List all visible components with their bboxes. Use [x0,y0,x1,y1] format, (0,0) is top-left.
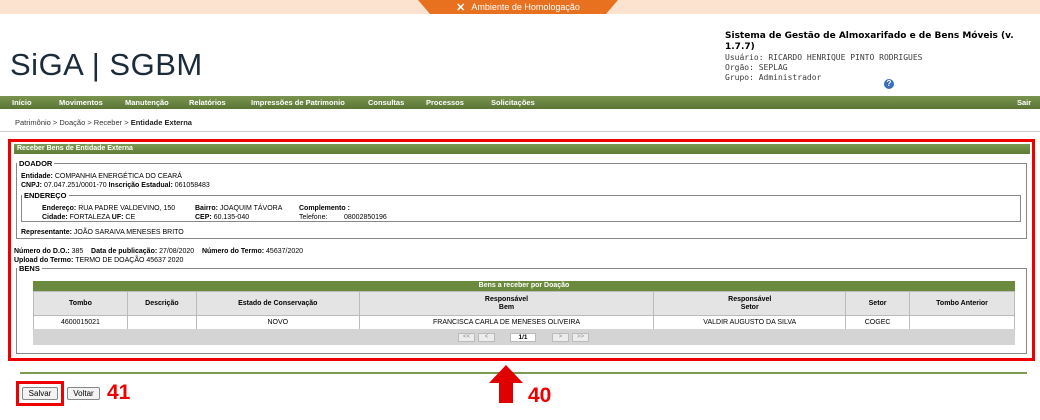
environment-label: Ambiente de Homologação [471,2,580,12]
cep-value: 60.135-040 [213,214,250,221]
pager: << < 1/1 > >> [33,329,1015,345]
cell-descricao [126,315,197,330]
donor-legend: DOADOR [19,159,53,168]
do-label: Número do D.O.: [14,248,70,255]
menu-item-impressoes[interactable]: Impressões de Patrimonio [251,98,345,107]
col-estado[interactable]: Estado de Conservação [195,291,360,316]
cell-setor: COGEC [845,315,911,330]
app-logo: SiGA | SGBM [10,47,203,82]
col-tombo-anterior[interactable]: Tombo Anterior [909,291,1015,316]
menu-item-processos[interactable]: Processos [426,98,464,107]
menu-item-sair[interactable]: Sair [1017,98,1031,107]
endereco-label: Endereço: [42,205,77,212]
menu-item-relatorios[interactable]: Relatórios [189,98,226,107]
telefone-value: 08002850196 [344,214,387,221]
col-tombo[interactable]: Tombo [33,291,128,316]
pager-next-button[interactable]: > [552,333,569,342]
uf-label: UF: [111,214,124,221]
cell-responsavel-bem: FRANCISCA CARLA DE MENESES OLIVEIRA [358,315,655,330]
pager-first-button[interactable]: << [458,333,475,342]
cnpj-row: CNPJ: 07.047.251/0001-70 Inscrição Estad… [21,182,210,189]
menu-item-consultas[interactable]: Consultas [368,98,404,107]
back-button[interactable]: Voltar [67,387,100,400]
annotation-label-41: 41 [107,381,131,404]
bairro-value: JOAQUIM TÁVORA [219,205,283,212]
representante-row: Representante: JOÃO SARAIVA MENESES BRIT… [21,229,184,236]
endereco-row: Endereço: RUA PADRE VALDEVINO, 150 [42,205,175,212]
telefone-label: Telefone: [299,214,328,221]
cell-estado: NOVO [195,315,360,330]
col-responsavel-bem[interactable]: Responsável Bem [358,291,655,316]
pager-last-button[interactable]: >> [572,333,589,342]
col-responsavel-setor[interactable]: Responsável Setor [653,291,847,316]
bens-legend: BENS [19,264,40,273]
user-info: Usuário: RICARDO HENRIQUE PINTO RODRIGUE… [725,53,923,62]
help-icon[interactable]: ? [884,79,894,89]
cell-tombo-anterior [909,315,1015,330]
bairro-row: Bairro: JOAQUIM TÁVORA [195,205,282,212]
environment-bar: ✕ Ambiente de Homologação [0,0,1040,14]
annotation-highlight-save [16,381,64,406]
table-row[interactable]: 4600015021 NOVO FRANCISCA CARLA DE MENES… [33,315,1015,330]
ie-label: Inscrição Estadual: [108,182,173,189]
group-info: Grupo: Administrador [725,73,822,82]
upload-value[interactable]: TERMO DE DOAÇÃO 45637 2020 [75,257,183,264]
entidade-label: Entidade: [21,173,53,180]
representante-label: Representante: [21,229,72,236]
items-table: Tombo Descrição Estado de Conservação Re… [33,291,1015,330]
cep-row: CEP: 60.135-040 [195,214,249,221]
cidade-value: FORTALEZA [69,214,110,221]
termo-value: 45637/2020 [266,248,304,255]
system-title: Sistema de Gestão de Almoxarifado e de B… [725,31,1014,52]
pub-label: Data de publicação: [91,248,158,255]
address-legend: ENDEREÇO [24,191,67,200]
tools-icon: ✕ [456,1,466,14]
cep-label: CEP: [195,214,212,221]
upload-label: Upload do Termo: [14,257,74,264]
breadcrumb: Patrimônio > Doação > Receber > Entidade… [15,118,192,127]
panel-title: Receber Bens de Entidade Externa [14,144,1030,154]
col-setor[interactable]: Setor [845,291,911,316]
breadcrumb-divider [0,131,1040,132]
main-menu: Início Movimentos Manutenção Relatórios … [0,96,1040,109]
breadcrumb-current: Entidade Externa [130,118,192,127]
menu-item-manutencao[interactable]: Manutenção [125,98,169,107]
complemento-row: Complemento : [299,205,350,212]
do-value: 385 [71,248,84,255]
pager-prev-button[interactable]: < [478,333,495,342]
menu-item-solicitacoes[interactable]: Solicitações [491,98,535,107]
pager-page: 1/1 [510,333,536,342]
cnpj-label: CNPJ: [21,182,43,189]
org-info: Orgão: SEPLAG [725,63,788,72]
col-descricao[interactable]: Descrição [126,291,197,316]
upload-row: Upload do Termo: TERMO DE DOAÇÃO 45637 2… [14,257,183,264]
pub-value: 27/08/2020 [159,248,195,255]
bairro-label: Bairro: [195,205,218,212]
publication-row: Número do D.O.: 385 Data de publicação: … [14,248,303,255]
cidade-label: Cidade: [42,214,68,221]
breadcrumb-path[interactable]: Patrimônio > Doação > Receber > [15,118,131,127]
cell-tombo: 4600015021 [33,315,128,330]
endereco-value: RUA PADRE VALDEVINO, 150 [78,205,176,212]
cell-responsavel-setor: VALDIR AUGUSTO DA SILVA [653,315,847,330]
cnpj-value: 07.047.251/0001-70 [43,182,107,189]
table-header-row: Tombo Descrição Estado de Conservação Re… [33,291,1015,316]
menu-item-movimentos[interactable]: Movimentos [59,98,103,107]
termo-label: Número do Termo: [201,248,265,255]
menu-item-inicio[interactable]: Início [12,98,32,107]
grid-title: Bens a receber por Doação [33,281,1015,291]
entidade-row: Entidade: COMPANHIA ENERGÉTICA DO CEARÁ [21,173,182,180]
annotation-arrow-icon [489,365,523,403]
annotation-label-40: 40 [528,384,552,407]
entidade-value: COMPANHIA ENERGÉTICA DO CEARÁ [54,173,182,180]
uf-value: CE [125,214,136,221]
complemento-label: Complemento : [299,205,350,212]
representante-value: JOÃO SARAIVA MENESES BRITO [73,229,184,236]
ie-value: 061058483 [174,182,210,189]
cidade-row: Cidade: FORTALEZA UF: CE [42,214,135,221]
system-info: Sistema de Gestão de Almoxarifado e de B… [725,31,1040,83]
environment-banner: ✕ Ambiente de Homologação [418,0,618,14]
